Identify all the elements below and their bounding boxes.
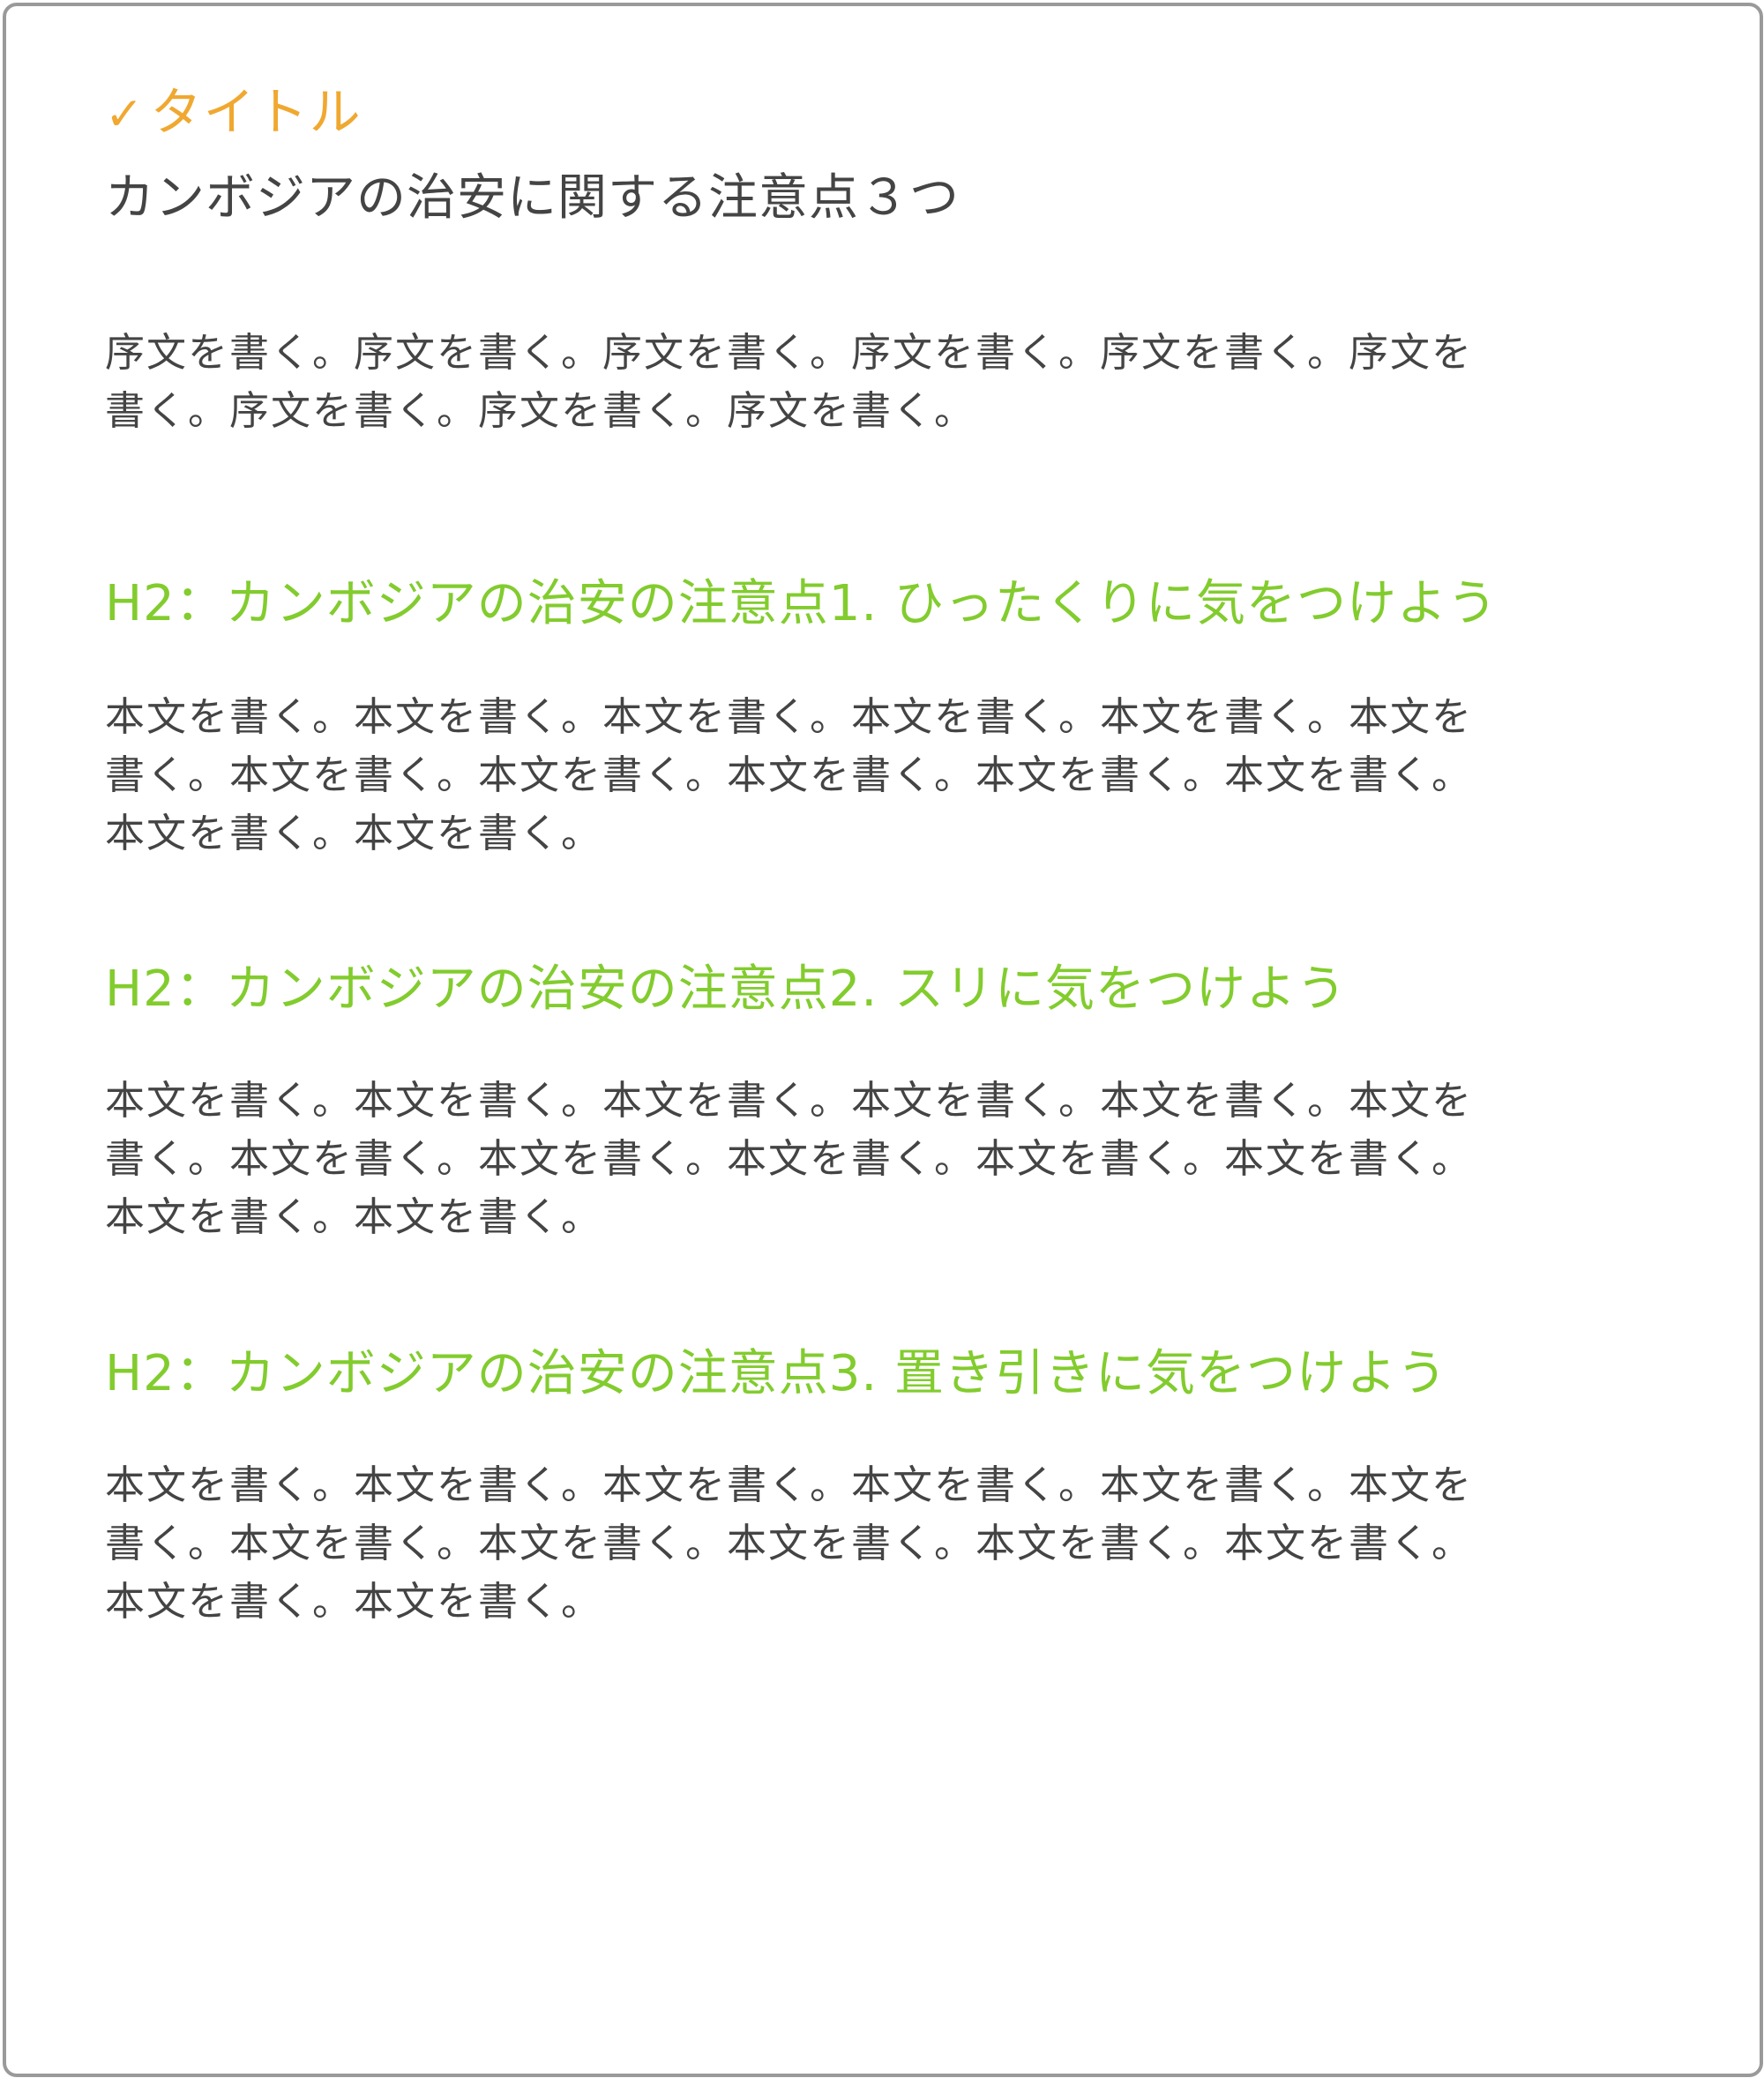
section-heading-2: H2：カンボジアの治安の注意点2. スリに気をつけよう: [105, 961, 1347, 1018]
body-line: 本文を書く。本文を書く。本文を書く。本文を書く。本文を書く。本文を: [105, 1077, 1474, 1124]
body-line: 書く。本文を書く。本文を書く。本文を書く。本文を書く。本文を書く。: [105, 1135, 1474, 1182]
section-body-1: 本文を書く。本文を書く。本文を書く。本文を書く。本文を書く。本文を 書く。本文を…: [105, 688, 1473, 863]
intro-paragraph: 序文を書く。序文を書く。序文を書く。序文を書く。序文を書く。序文を 書く。序文を…: [105, 324, 1473, 440]
page-title: カンボジアの治安に関する注意点３つ: [105, 169, 960, 227]
body-line: 本文を書く。本文を書く。本文を書く。本文を書く。本文を書く。本文を: [105, 1461, 1474, 1508]
body-line: 本文を書く。本文を書く。: [105, 1193, 603, 1240]
body-line: 本文を書く。本文を書く。: [105, 810, 603, 856]
body-line: 書く。本文を書く。本文を書く。本文を書く。本文を書く。本文を書く。: [105, 751, 1474, 798]
check-icon: ✓: [105, 88, 146, 141]
section-heading-3: H2：カンボジアの治安の注意点3. 置き引きに気をつけよう: [105, 1345, 1447, 1402]
section-body-3: 本文を書く。本文を書く。本文を書く。本文を書く。本文を書く。本文を 書く。本文を…: [105, 1456, 1473, 1631]
title-label-text: タイトル: [150, 82, 363, 142]
document-frame: ✓ タイトル カンボジアの治安に関する注意点３つ 序文を書く。序文を書く。序文を書…: [3, 3, 1763, 2077]
intro-line: 序文を書く。序文を書く。序文を書く。序文を書く。序文を書く。序文を: [105, 329, 1474, 376]
body-line: 書く。本文を書く。本文を書く。本文を書く。本文を書く。本文を書く。: [105, 1520, 1474, 1566]
body-line: 本文を書く。本文を書く。: [105, 1578, 603, 1625]
section-heading-1: H2：カンボジアの治安の注意点1. ひったくりに気をつけよう: [105, 575, 1498, 632]
title-label: ✓ タイトル: [105, 78, 363, 148]
intro-line: 書く。序文を書く。序文を書く。序文を書く。: [105, 387, 976, 434]
body-line: 本文を書く。本文を書く。本文を書く。本文を書く。本文を書く。本文を: [105, 693, 1474, 740]
section-body-2: 本文を書く。本文を書く。本文を書く。本文を書く。本文を書く。本文を 書く。本文を…: [105, 1072, 1473, 1246]
